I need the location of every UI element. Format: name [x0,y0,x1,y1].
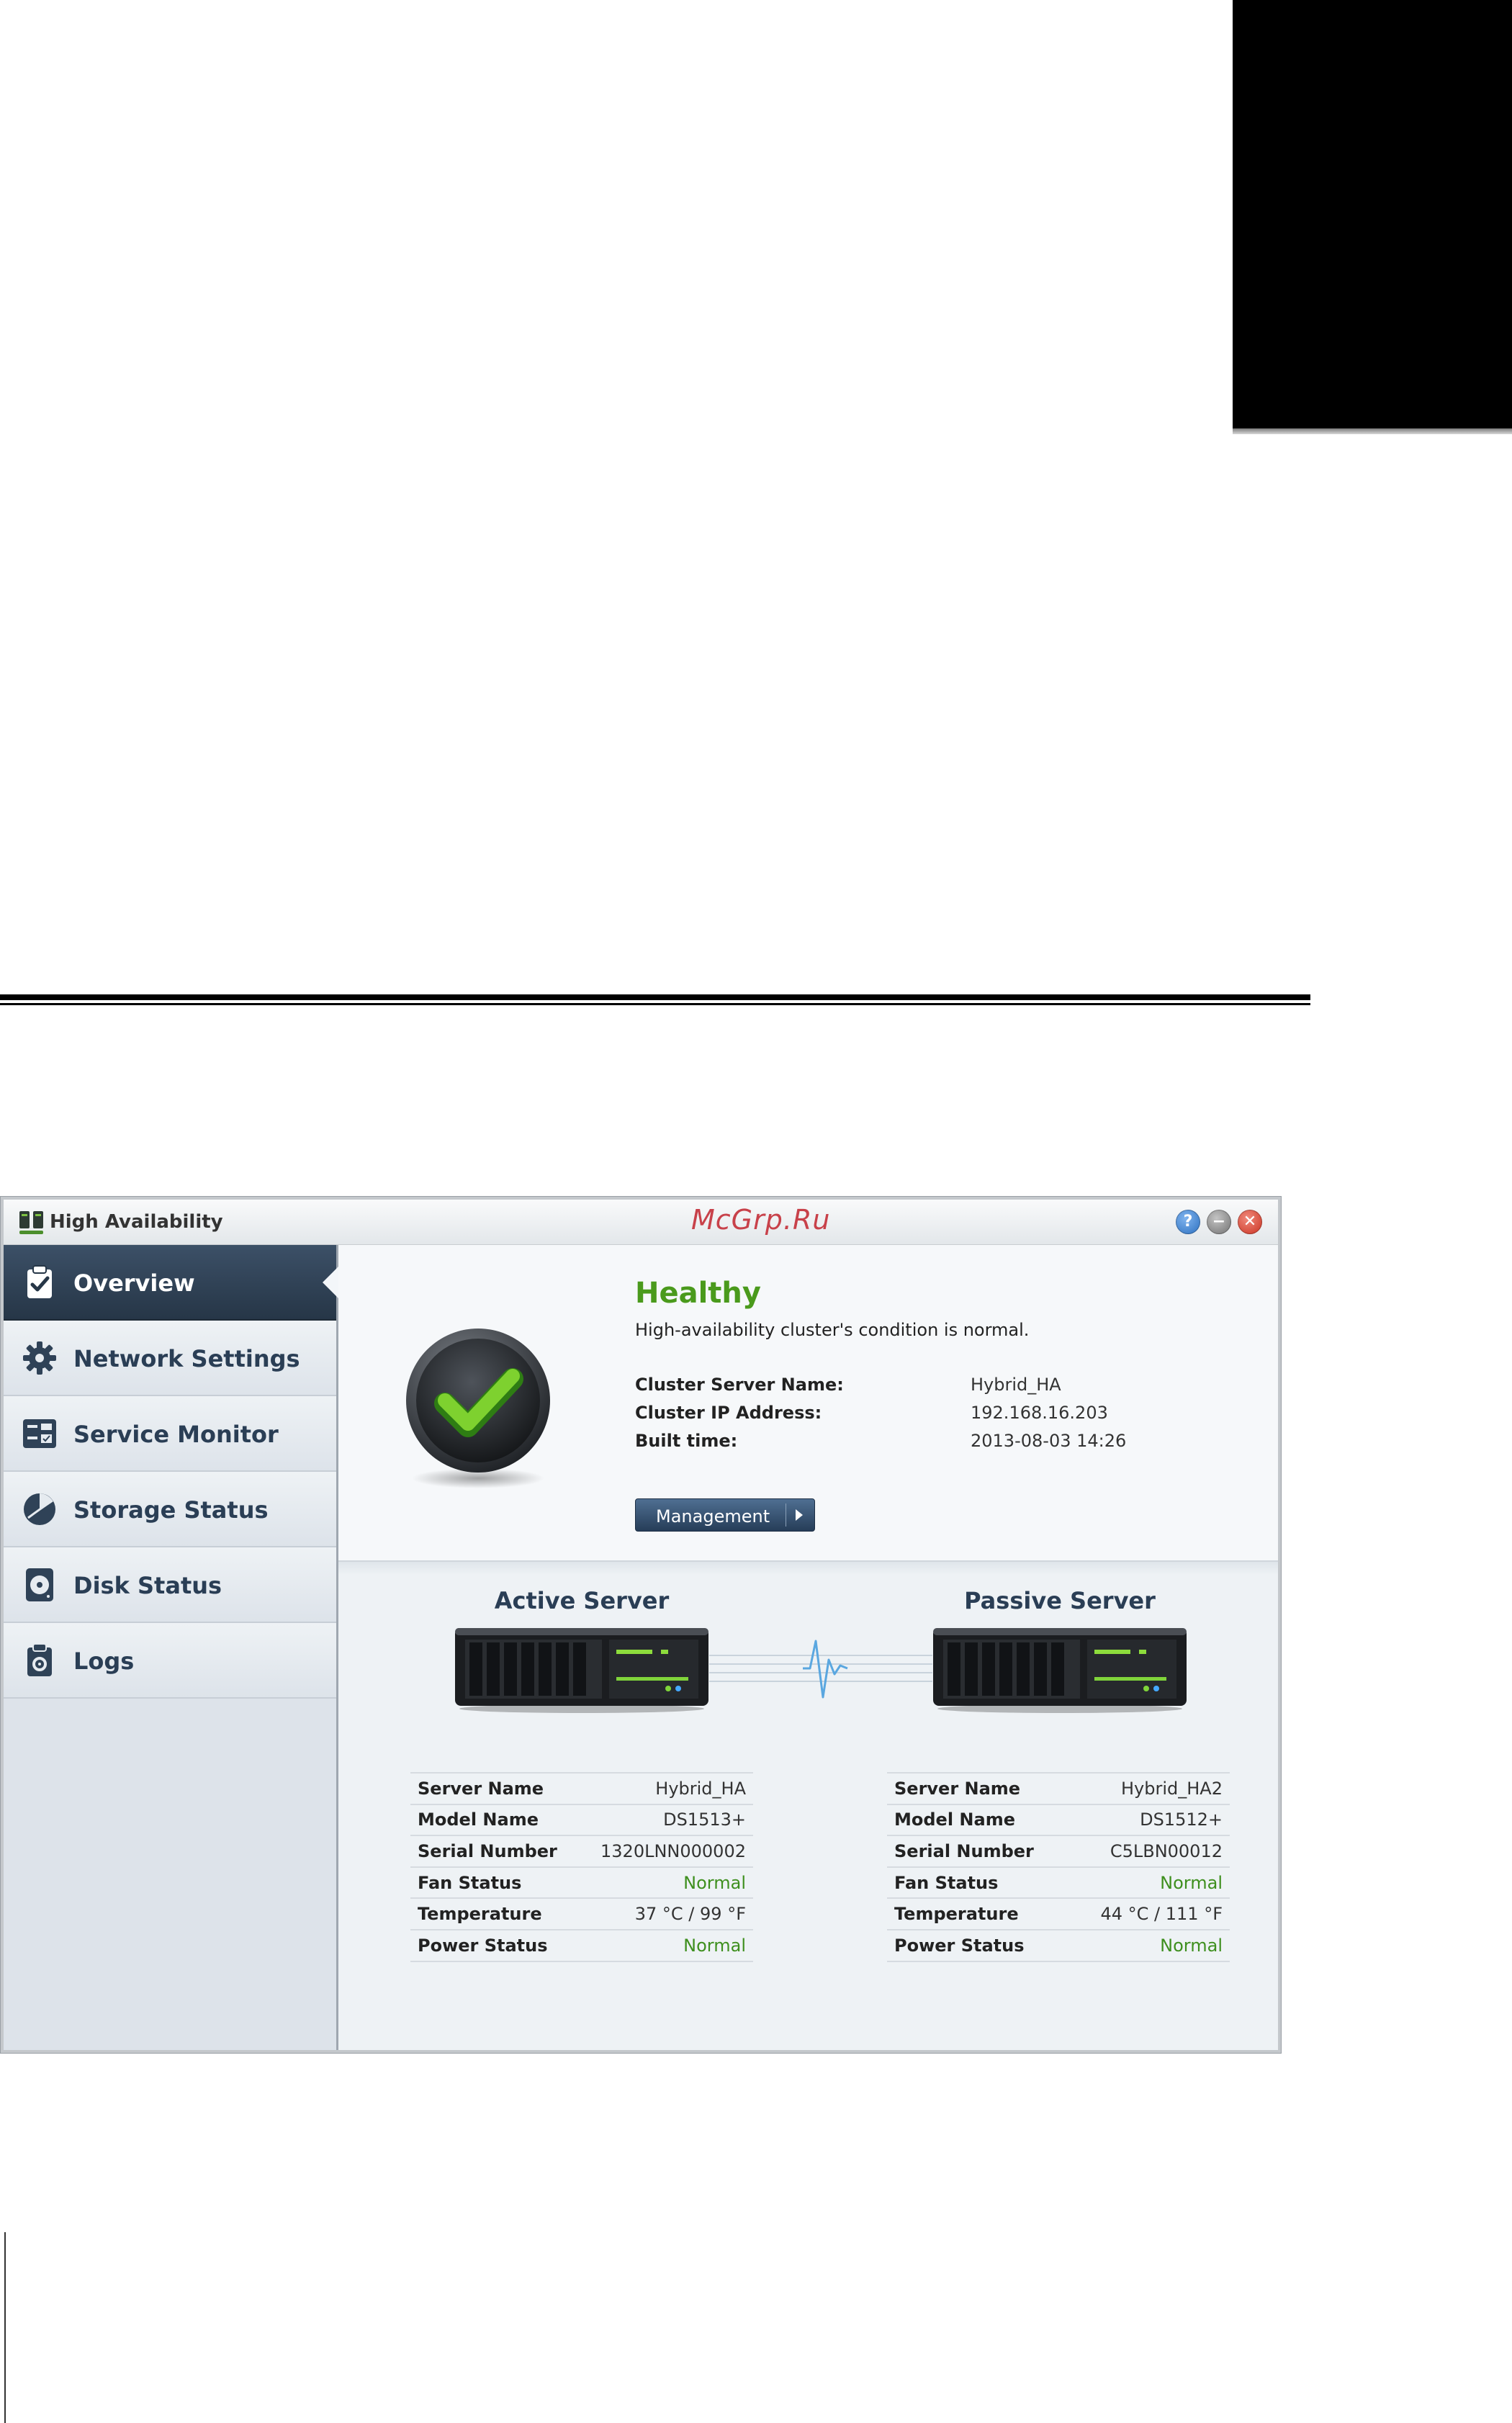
table-row: Power Status Normal [410,1930,753,1961]
clipboard-gear-icon [27,1643,52,1676]
help-icon: ? [1183,1213,1193,1231]
cluster-status-section: Healthy High-availability cluster's cond… [338,1245,1278,1562]
info-label: Cluster Server Name: [635,1375,844,1395]
section-divider [338,1562,1278,1575]
window-title: High Availability [50,1211,223,1233]
status-value: Normal [683,1872,746,1893]
spec-label: Serial Number [418,1840,557,1861]
overview-panel: Healthy High-availability cluster's cond… [338,1245,1278,2050]
sidebar-item-storage-status[interactable]: Storage Status [4,1472,336,1547]
spec-label: Server Name [894,1778,1021,1799]
status-value: Normal [1160,1935,1223,1956]
table-row: Serial Number C5LBN00012 [887,1835,1230,1867]
table-row: Server Name Hybrid_HA [410,1773,753,1804]
sidebar-item-network-settings[interactable]: Network Settings [4,1321,336,1396]
info-value: 192.168.16.203 [971,1403,1108,1423]
spec-value: DS1513+ [663,1810,746,1830]
spec-label: Temperature [894,1904,1019,1925]
status-value: Normal [1160,1872,1223,1893]
management-button-label: Management [656,1506,770,1527]
sidebar-item-service-monitor[interactable]: Service Monitor [4,1396,336,1472]
spec-value: 1320LNN000002 [600,1840,746,1861]
watermark-text: McGrp.Ru [691,1204,831,1236]
spec-value: 44 °C / 111 °F [1100,1904,1223,1925]
table-row: Temperature 44 °C / 111 °F [887,1898,1230,1930]
chapter-tab [1233,0,1512,428]
passive-server-spec-table: Server Name Hybrid_HA2 Model Name DS1512+ … [887,1772,1230,1962]
sidebar-item-disk-status[interactable]: Disk Status [4,1547,336,1623]
close-button[interactable]: ✕ [1238,1210,1262,1234]
section-rule-thin [0,1003,1310,1005]
help-button[interactable]: ? [1176,1210,1200,1234]
active-nas-server-icon [455,1628,708,1713]
high-availability-app-icon [19,1211,43,1234]
spec-label: Serial Number [894,1840,1034,1861]
sidebar-item-label: Service Monitor [73,1421,279,1448]
table-row: Temperature 37 °C / 99 °F [410,1898,753,1930]
spec-label: Power Status [418,1935,548,1956]
active-server-heading: Active Server [494,1587,670,1614]
table-row: Model Name DS1513+ [410,1804,753,1836]
service-panel-icon [23,1419,56,1448]
sidebar-item-logs[interactable]: Logs [4,1623,336,1699]
spec-value: 37 °C / 99 °F [634,1904,746,1925]
management-button[interactable]: Management [635,1498,815,1532]
status-title: Healthy [635,1277,761,1310]
disk-icon [26,1568,53,1601]
info-value: Hybrid_HA [971,1375,1061,1395]
spec-label: Temperature [418,1904,542,1925]
heartbeat-line-icon [709,1640,932,1699]
spec-label: Power Status [894,1935,1025,1956]
gear-icon [23,1341,56,1375]
sidebar-item-label: Overview [73,1269,195,1297]
status-description: High-availability cluster's condition is… [635,1320,1030,1340]
spec-label: Fan Status [418,1872,522,1893]
title-bar[interactable]: High Availability McGrp.Ru ? − ✕ [4,1200,1278,1245]
sidebar-item-overview[interactable]: Overview [4,1245,338,1321]
spec-label: Model Name [418,1810,539,1830]
minimize-button[interactable]: − [1207,1210,1231,1234]
table-row: Serial Number 1320LNN000002 [410,1835,753,1867]
active-server-spec-table: Server Name Hybrid_HA Model Name DS1513+ S… [410,1772,753,1962]
passive-server-heading: Passive Server [964,1587,1156,1614]
spec-value: C5LBN00012 [1110,1840,1223,1861]
clipboard-check-icon [27,1265,52,1298]
table-row: Server Name Hybrid_HA2 [887,1773,1230,1804]
spec-label: Server Name [418,1778,544,1799]
chapter-tab-shadow [1233,428,1512,434]
info-label: Cluster IP Address: [635,1403,822,1423]
margin-line [4,2232,6,2423]
sidebar: Overview Network Settings Service Monito… [4,1245,338,2050]
close-icon: ✕ [1243,1213,1257,1231]
info-label: Built time: [635,1431,738,1451]
pie-gauge-icon [24,1493,55,1525]
sidebar-item-label: Logs [73,1647,135,1675]
spec-value: DS1512+ [1140,1810,1223,1830]
sidebar-item-label: Disk Status [73,1572,222,1599]
section-rule [0,994,1310,1000]
info-value: 2013-08-03 14:26 [971,1431,1127,1451]
table-row: Fan Status Normal [410,1867,753,1899]
table-row: Fan Status Normal [887,1867,1230,1899]
spec-value: Hybrid_HA [655,1778,746,1799]
spec-value: Hybrid_HA2 [1121,1778,1223,1799]
passive-nas-server-icon [933,1628,1187,1713]
minimize-icon: − [1212,1213,1226,1231]
sidebar-item-label: Network Settings [73,1345,300,1372]
status-value: Normal [683,1935,746,1956]
spec-label: Fan Status [894,1872,999,1893]
table-row: Power Status Normal [887,1930,1230,1961]
spec-label: Model Name [894,1810,1015,1830]
table-row: Model Name DS1512+ [887,1804,1230,1836]
sidebar-item-label: Storage Status [73,1496,269,1524]
chevron-right-icon [796,1509,803,1521]
high-availability-window: High Availability McGrp.Ru ? − ✕ Overvie… [1,1197,1281,2053]
green-checkmark-icon [406,1329,550,1488]
